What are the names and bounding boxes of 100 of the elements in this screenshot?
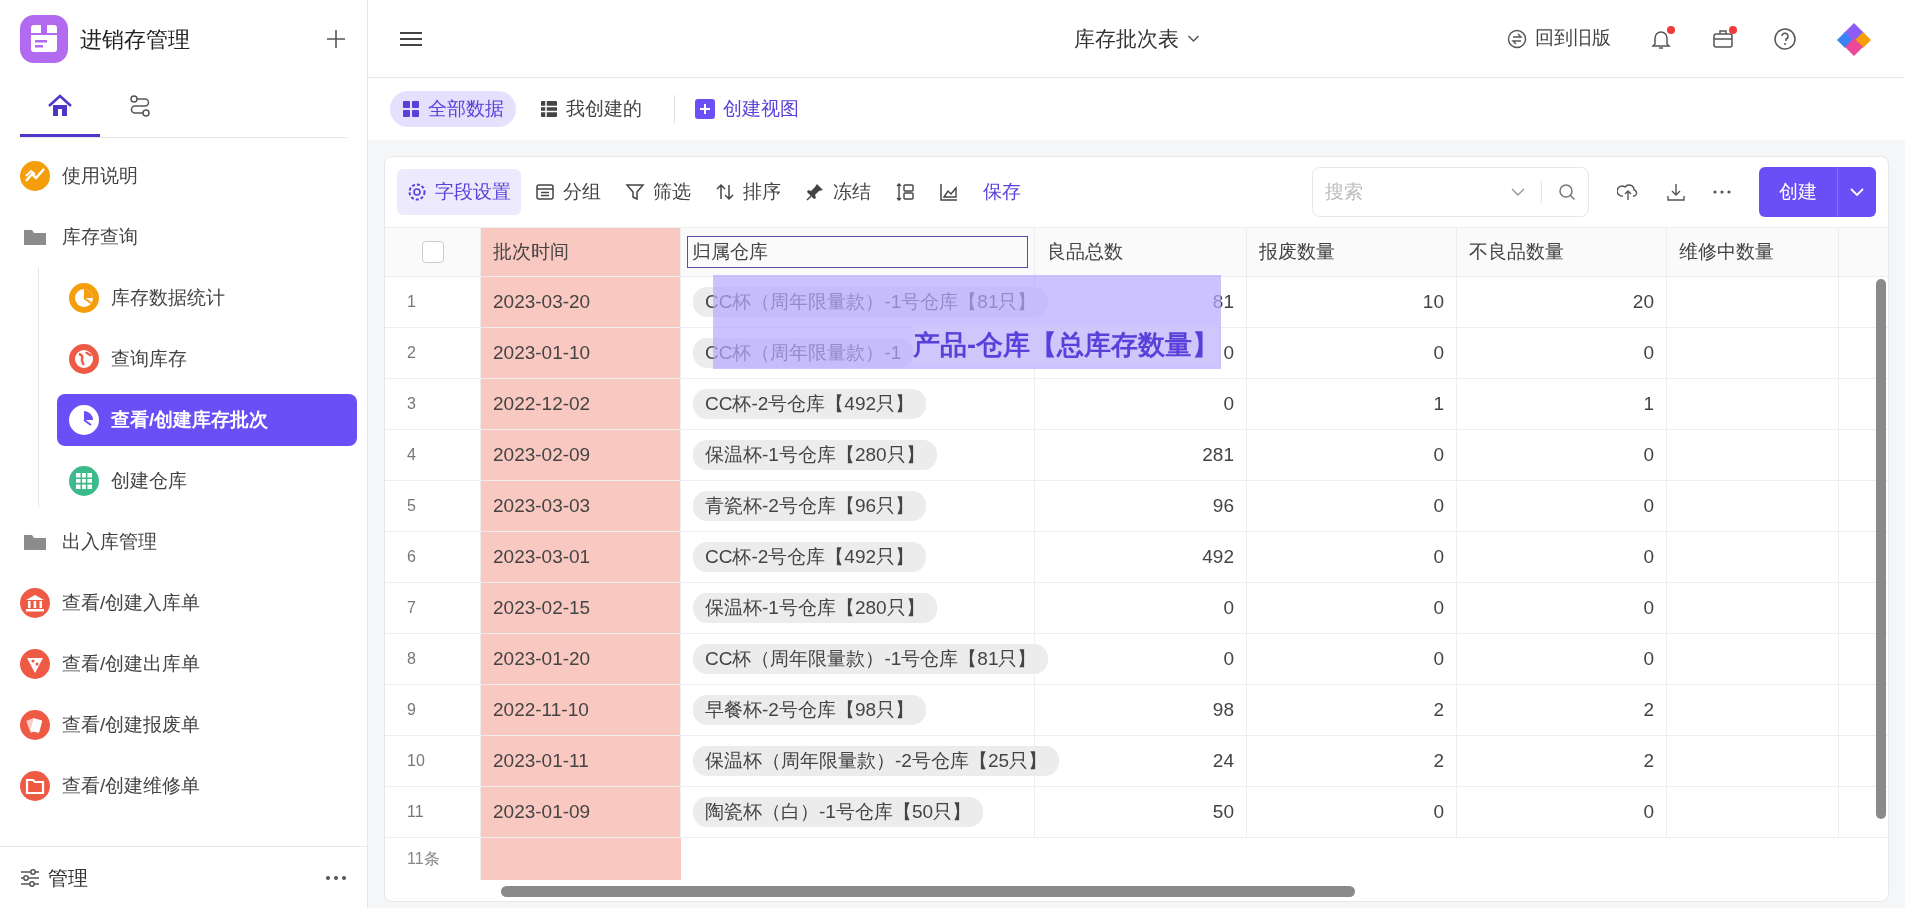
download-icon xyxy=(1665,181,1687,203)
table-cell-text: 0 xyxy=(1643,493,1654,518)
record-count: 11条 xyxy=(407,849,440,869)
toolbar-button[interactable]: 筛选 xyxy=(615,169,701,215)
table-cell-text: 0 xyxy=(1643,340,1654,365)
nav-item[interactable]: 查看/创建报废单 xyxy=(20,699,350,751)
warehouse-tag: 保温杯-1号仓库【280只】 xyxy=(693,593,937,623)
table-cell-text: 20 xyxy=(1632,289,1654,314)
table-cell-text: 0 xyxy=(1433,799,1444,824)
search-input[interactable]: 搜索 xyxy=(1325,177,1503,207)
help-button[interactable] xyxy=(1773,26,1797,51)
table-cell-text: 0 xyxy=(1643,442,1654,467)
nav-item[interactable]: 查看/创建出库单 xyxy=(20,638,350,690)
nav-item[interactable]: 库存数据统计 xyxy=(57,272,357,324)
column-header[interactable]: 报废数量 xyxy=(1259,237,1335,267)
warehouse-tag: 保温杯（周年限量款）-2号仓库【25只】 xyxy=(693,746,1060,776)
table-cell-text: 2 xyxy=(1643,748,1654,773)
chevron-down-icon xyxy=(1850,188,1864,196)
table-cell-text: 2023-03-03 xyxy=(493,493,591,518)
toolbar-button[interactable]: 字段设置 xyxy=(397,169,521,215)
nav-item[interactable]: 查看/创建库存批次 xyxy=(57,394,357,446)
table-cell-text: 0 xyxy=(1433,544,1444,569)
table-cell-text: 2023-03-01 xyxy=(493,544,591,569)
table-cell-text: 492 xyxy=(1202,544,1234,569)
inbox-button[interactable] xyxy=(1711,26,1735,51)
vertical-scrollbar[interactable] xyxy=(1876,279,1886,819)
notifications-button[interactable] xyxy=(1649,26,1673,51)
column-header[interactable]: 不良品数量 xyxy=(1469,237,1564,267)
manage-button[interactable]: 管理 xyxy=(20,862,317,893)
nav-item[interactable]: 库存查询 xyxy=(20,211,350,263)
table-cell-text: 2023-02-09 xyxy=(493,442,591,467)
horizontal-scrollbar[interactable] xyxy=(501,886,1355,897)
save-button[interactable]: 保存 xyxy=(973,169,1031,215)
more-icon xyxy=(1713,190,1731,194)
more-button[interactable] xyxy=(325,874,347,881)
switch-icon xyxy=(1507,28,1527,49)
warehouse-tag: 青瓷杯-2号仓库【96只】 xyxy=(693,491,927,521)
upload-icon xyxy=(1617,181,1639,203)
page-title-dropdown[interactable]: 库存批次表 xyxy=(1074,22,1199,55)
column-header[interactable]: 维修中数量 xyxy=(1679,237,1774,267)
nav-item[interactable]: 查看/创建维修单 xyxy=(20,760,350,812)
table-cell-text: 10 xyxy=(1422,289,1444,314)
table-cell-text: 2023-01-20 xyxy=(493,646,591,671)
search-field[interactable]: 搜索 xyxy=(1312,167,1589,217)
table-cell-text: 1 xyxy=(1433,391,1444,416)
table-cell-text: 50 xyxy=(1212,799,1234,824)
app-title: 进销存管理 xyxy=(80,25,191,54)
table-cell-text: 2023-01-11 xyxy=(493,748,589,773)
menu-button[interactable] xyxy=(400,30,422,47)
table-cell-text: 2 xyxy=(1433,697,1444,722)
table-cell-text: 0 xyxy=(1433,646,1444,671)
nav-item[interactable]: 查询库存 xyxy=(57,333,357,385)
warehouse-tag: CC杯（周年限量款）-1号仓库【81只】 xyxy=(693,644,1049,674)
table-cell-text: 0 xyxy=(1223,646,1234,671)
gear-icon xyxy=(407,182,427,202)
upload-button[interactable] xyxy=(1617,181,1639,203)
warehouse-tag: CC杯-2号仓库【492只】 xyxy=(693,389,927,419)
table-cell-text: 2 xyxy=(1433,748,1444,773)
toolbar-button[interactable]: 冻结 xyxy=(795,169,881,215)
table-cell-text: 2022-11-10 xyxy=(493,697,589,722)
more-icon xyxy=(325,874,347,881)
table-cell-text: 0 xyxy=(1433,442,1444,467)
plus-icon xyxy=(325,28,347,50)
nav-item[interactable]: 查看/创建入库单 xyxy=(20,577,350,629)
nav-item[interactable]: 使用说明 xyxy=(20,150,350,202)
table-view-icon xyxy=(540,100,558,118)
create-view-button[interactable]: 创建视图 xyxy=(695,94,799,124)
table-cell-text: 2022-12-02 xyxy=(493,391,591,416)
table-cell-text: 0 xyxy=(1223,595,1234,620)
chevron-down-icon xyxy=(1511,188,1525,196)
table-cell-text: 0 xyxy=(1223,391,1234,416)
grid-view-icon xyxy=(402,100,420,118)
table-cell-text: 96 xyxy=(1212,493,1234,518)
download-button[interactable] xyxy=(1665,181,1687,203)
warehouse-tag: CC杯-2号仓库【492只】 xyxy=(693,542,927,572)
column-header[interactable]: 归属仓库 xyxy=(687,236,1028,268)
table-cell-text: 0 xyxy=(1433,595,1444,620)
nav-item[interactable]: 出入库管理 xyxy=(20,516,350,568)
more-button[interactable] xyxy=(1713,190,1731,194)
table-cell-text: 2023-01-09 xyxy=(493,799,591,824)
pin-icon xyxy=(805,182,825,202)
sliders-icon xyxy=(20,868,40,887)
column-header[interactable]: 良品总数 xyxy=(1047,237,1123,267)
row-height-icon xyxy=(895,182,915,202)
view-tab[interactable]: 全部数据 xyxy=(390,91,516,127)
group-icon xyxy=(535,182,555,202)
view-tab[interactable]: 我创建的 xyxy=(528,91,654,127)
toolbar-button[interactable]: 分组 xyxy=(525,169,611,215)
warehouse-tag: 保温杯-1号仓库【280只】 xyxy=(693,440,937,470)
warehouse-tag: 陶瓷杯（白）-1号仓库【50只】 xyxy=(693,797,984,827)
select-all-checkbox[interactable] xyxy=(421,241,444,263)
nav-item[interactable]: 创建仓库 xyxy=(57,455,357,507)
app-logo-icon xyxy=(20,15,68,63)
old-version-button[interactable]: 回到旧版 xyxy=(1507,24,1611,53)
add-button[interactable] xyxy=(325,28,347,50)
chevron-down-icon xyxy=(1187,34,1199,43)
table-cell-text: 0 xyxy=(1433,493,1444,518)
help-icon xyxy=(1773,26,1797,51)
toolbar-button[interactable]: 排序 xyxy=(705,169,791,215)
flow-icon xyxy=(128,94,152,118)
